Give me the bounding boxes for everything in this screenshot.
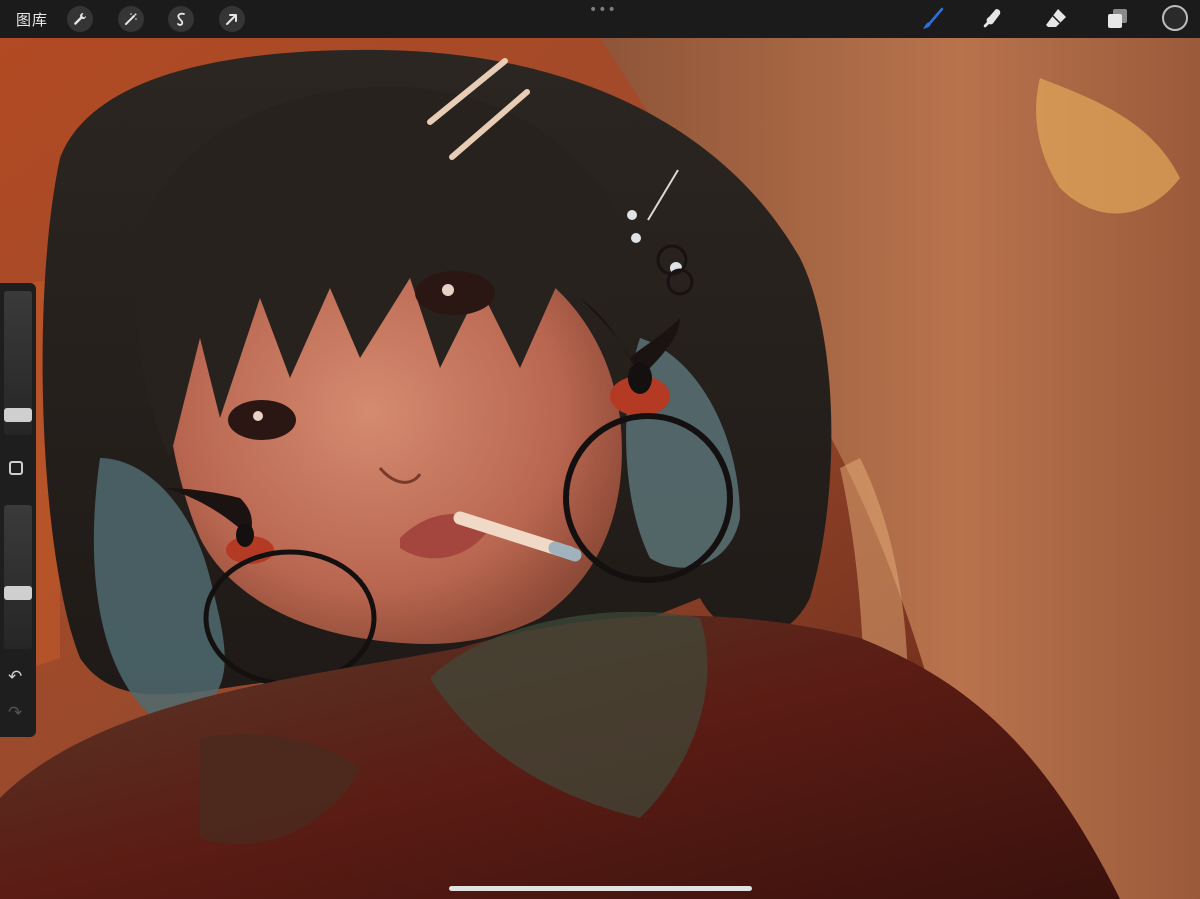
painting-image xyxy=(0,38,1200,899)
brush-button[interactable] xyxy=(920,6,946,32)
layers-button[interactable] xyxy=(1104,6,1130,32)
adjustments-button[interactable] xyxy=(118,6,144,32)
undo-button[interactable]: ↶ xyxy=(8,669,22,686)
eraser-button[interactable] xyxy=(1043,6,1069,32)
opacity-slider[interactable] xyxy=(4,505,32,649)
selection-icon xyxy=(177,12,185,26)
top-toolbar: 图库 ••• xyxy=(0,0,1200,38)
drawing-canvas[interactable] xyxy=(0,38,1200,899)
top-handle[interactable]: ••• xyxy=(589,2,617,18)
selection-button[interactable] xyxy=(168,6,194,32)
brush-size-thumb[interactable] xyxy=(4,408,32,422)
smudge-button[interactable] xyxy=(980,6,1006,32)
brush-icon xyxy=(923,7,944,29)
transform-arrow-icon xyxy=(226,14,237,25)
transform-button[interactable] xyxy=(219,6,245,32)
wrench-icon xyxy=(74,13,87,25)
magic-wand-icon xyxy=(125,13,137,25)
smudge-icon xyxy=(983,9,1001,28)
gallery-button[interactable]: 图库 xyxy=(16,9,48,30)
home-indicator[interactable] xyxy=(449,886,752,891)
color-picker-button[interactable] xyxy=(1162,5,1188,31)
brush-size-slider[interactable] xyxy=(4,291,32,435)
opacity-thumb[interactable] xyxy=(4,586,32,600)
layers-icon xyxy=(1108,9,1127,28)
eraser-icon xyxy=(1046,9,1066,27)
modify-button[interactable] xyxy=(9,461,23,475)
redo-button[interactable]: ↷ xyxy=(8,705,22,722)
left-sidebar: ↶ ↷ xyxy=(0,283,36,737)
actions-button[interactable] xyxy=(67,6,93,32)
